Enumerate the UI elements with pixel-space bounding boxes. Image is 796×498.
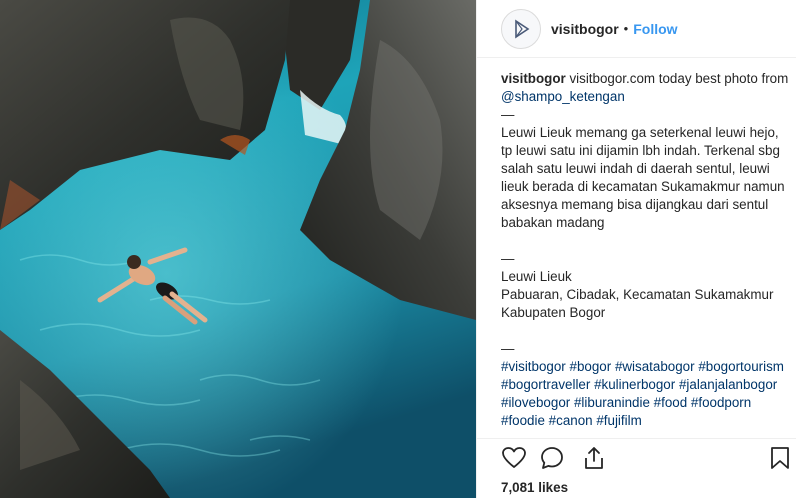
caption-intro-text: visitbogor.com today best photo from: [565, 71, 789, 86]
hashtag-link[interactable]: #food: [654, 395, 688, 410]
caption-divider: —: [501, 341, 515, 356]
post-side-panel: visitbogor • Follow visitbogor visitbogo…: [476, 0, 796, 498]
hashtag-link[interactable]: #kulinerbogor: [594, 377, 675, 392]
caption-divider: —: [501, 107, 515, 122]
likes-count[interactable]: 7,081 likes: [501, 480, 568, 495]
hashtag-link[interactable]: #fujifilm: [596, 413, 641, 428]
caption-divider: —: [501, 251, 515, 266]
hashtag-list: #visitbogor #bogor #wisatabogor #bogorto…: [501, 358, 791, 430]
post-header: visitbogor • Follow: [477, 0, 796, 58]
comment-icon[interactable]: [539, 445, 567, 473]
hashtag-link[interactable]: #bogortourism: [698, 359, 784, 374]
visitbogor-logo-icon[interactable]: [501, 8, 541, 49]
hashtag-link[interactable]: #wisatabogor: [615, 359, 695, 374]
post-actions: [477, 438, 796, 478]
share-icon[interactable]: [581, 445, 609, 473]
hashtag-link[interactable]: #jalanjalanbogor: [679, 377, 777, 392]
heart-icon[interactable]: [501, 445, 529, 473]
hashtag-link[interactable]: #foodie: [501, 413, 545, 428]
caption-username[interactable]: visitbogor: [501, 71, 566, 86]
mention-link[interactable]: @shampo_ketengan: [501, 89, 625, 104]
caption-intro: visitbogor visitbogor.com today best pho…: [501, 70, 791, 106]
hashtag-link[interactable]: #liburanindie: [574, 395, 650, 410]
header-separator: •: [623, 21, 629, 36]
hashtag-link[interactable]: #foodporn: [691, 395, 751, 410]
hashtag-link[interactable]: #ilovebogor: [501, 395, 570, 410]
caption-place-name: Leuwi Lieuk: [501, 269, 572, 284]
post-caption: visitbogor visitbogor.com today best pho…: [501, 70, 791, 430]
hashtag-link[interactable]: #bogor: [570, 359, 612, 374]
caption-address: Pabuaran, Cibadak, Kecamatan Sukamakmur …: [501, 287, 774, 320]
hashtag-link[interactable]: #visitbogor: [501, 359, 566, 374]
header-username[interactable]: visitbogor: [551, 21, 619, 37]
post-photo[interactable]: [0, 0, 476, 498]
caption-paragraph: Leuwi Lieuk memang ga seterkenal leuwi h…: [501, 125, 785, 230]
follow-button[interactable]: Follow: [633, 21, 677, 37]
bookmark-icon[interactable]: [767, 445, 795, 473]
hashtag-link[interactable]: #bogortraveller: [501, 377, 590, 392]
hashtag-link[interactable]: #canon: [549, 413, 593, 428]
instagram-post: visitbogor • Follow visitbogor visitbogo…: [0, 0, 796, 498]
